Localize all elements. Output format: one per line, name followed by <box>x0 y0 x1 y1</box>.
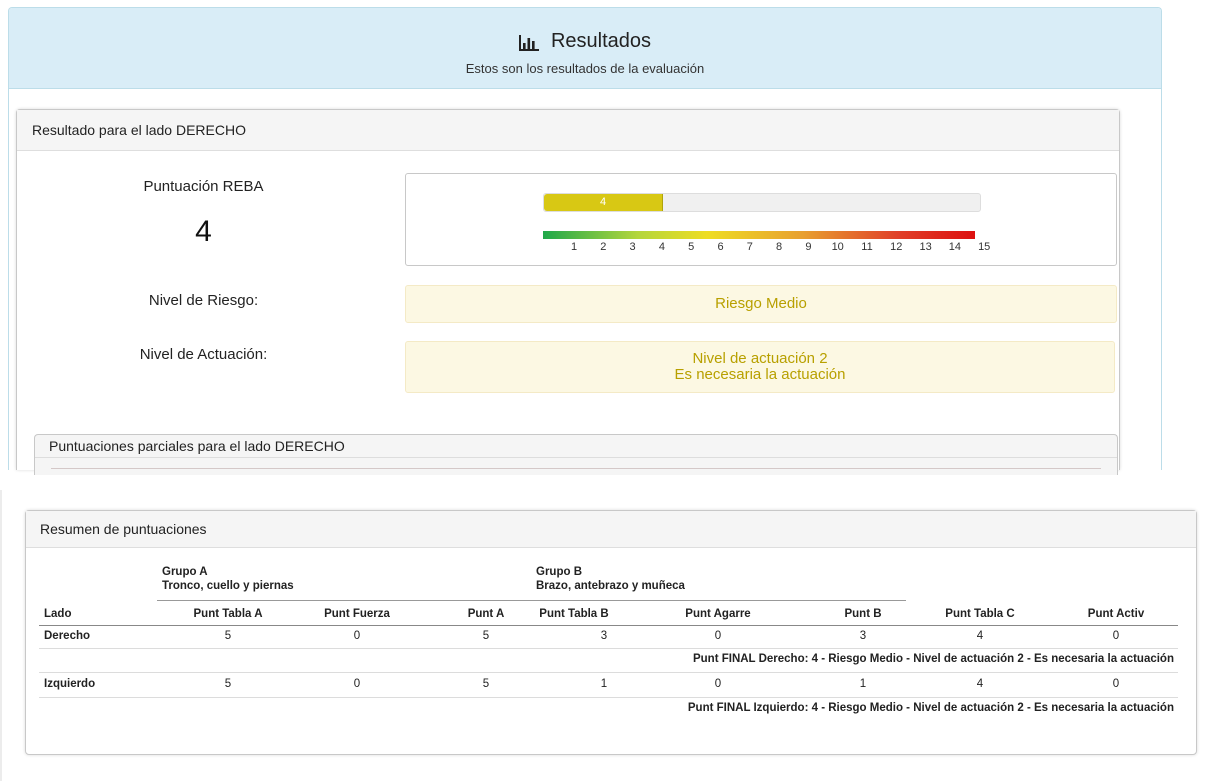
column-header-punt-agarre: Punt Agarre <box>685 608 751 620</box>
column-header-lado: Lado <box>44 608 72 620</box>
cell-punt-tabla-a: 5 <box>224 678 232 690</box>
cell-punt-tabla-a: 5 <box>224 630 232 642</box>
cell-punt-activ: 0 <box>1112 630 1120 642</box>
row-lado: Derecho <box>44 630 91 642</box>
summary-panel: Resumen de puntuaciones Grupo A Tronco, … <box>25 510 1197 755</box>
column-header-punt-activ: Punt Activ <box>1087 608 1145 620</box>
group-b-header: Grupo B Brazo, antebrazo y muñeca <box>536 565 685 593</box>
risk-level-label: Nivel de Riesgo: <box>148 292 259 309</box>
cell-punt-b: 3 <box>859 630 867 642</box>
table-row-izquierdo: Izquierdo 5 0 5 1 0 1 4 0 <box>39 674 1178 696</box>
risk-color-scale <box>543 231 975 239</box>
action-level-value: Nivel de actuación 2 <box>692 350 828 367</box>
scale-tick-label: 15 <box>978 241 991 253</box>
risk-level-box: Riesgo Medio <box>405 285 1117 323</box>
score-progress-track: 4 <box>543 193 981 212</box>
reba-score-label: Puntuación REBA <box>143 178 264 195</box>
partial-scores-title: Puntuaciones parciales para el lado DERE… <box>35 435 1117 458</box>
column-header-punt-tabla-c: Punt Tabla C <box>945 608 1015 620</box>
action-level-description: Es necesaria la actuación <box>674 366 846 383</box>
cell-punt-fuerza: 0 <box>353 630 361 642</box>
cell-punt-a: 5 <box>482 678 490 690</box>
scale-tick-label: 7 <box>746 241 753 253</box>
results-header: Resultados Estos son los resultados de l… <box>9 8 1161 89</box>
table-row-derecho: Derecho 5 0 5 3 0 3 4 0 <box>39 626 1178 648</box>
scale-tick-label: 2 <box>600 241 607 253</box>
scale-tick-label: 12 <box>890 241 903 253</box>
cell-punt-tabla-b: 1 <box>600 678 608 690</box>
group-b-title: Grupo B <box>536 566 582 578</box>
scale-tick-label: 9 <box>805 241 812 253</box>
row-lado: Izquierdo <box>44 678 96 690</box>
right-side-result-panel: Resultado para el lado DERECHO Puntuació… <box>16 109 1120 475</box>
reba-scale-box: 4 1 2 3 4 5 6 7 8 9 10 11 12 13 14 15 <box>405 173 1117 266</box>
scale-tick-label: 11 <box>861 241 873 253</box>
reba-score-value: 4 <box>195 215 212 248</box>
cell-punt-tabla-c: 4 <box>976 678 984 690</box>
risk-scale-ticks: 1 2 3 4 5 6 7 8 9 10 11 12 13 14 15 <box>543 241 990 255</box>
group-a-rule <box>157 600 534 601</box>
scale-tick-label: 1 <box>570 241 578 253</box>
cell-punt-a: 5 <box>482 630 490 642</box>
column-header-punt-fuerza: Punt Fuerza <box>324 608 390 620</box>
divider <box>51 468 1101 469</box>
column-header-punt-b: Punt B <box>844 608 882 620</box>
cell-punt-tabla-c: 4 <box>976 630 984 642</box>
cell-punt-agarre: 0 <box>714 630 722 642</box>
scale-tick-label: 8 <box>776 241 783 253</box>
action-level-box: Nivel de actuación 2 Es necesaria la act… <box>405 341 1115 393</box>
scale-tick-label: 4 <box>658 241 665 253</box>
cell-punt-b: 1 <box>859 678 867 690</box>
cell-punt-activ: 0 <box>1112 678 1120 690</box>
group-a-header: Grupo A Tronco, cuello y piernas <box>162 565 294 593</box>
group-b-rule <box>534 600 906 601</box>
final-score-derecho: Punt FINAL Derecho: 4 - Riesgo Medio - N… <box>692 653 1174 665</box>
score-progress-fill: 4 <box>544 194 663 211</box>
column-header-punt-tabla-a: Punt Tabla A <box>193 608 263 620</box>
scale-tick-label: 3 <box>629 241 636 253</box>
scale-tick-label: 5 <box>688 241 695 253</box>
cell-punt-fuerza: 0 <box>353 678 361 690</box>
group-b-description: Brazo, antebrazo y muñeca <box>536 580 685 592</box>
row-rule <box>39 672 1178 673</box>
row-rule <box>39 697 1178 698</box>
risk-level-value: Riesgo Medio <box>715 295 807 312</box>
final-score-izquierdo: Punt FINAL Izquierdo: 4 - Riesgo Medio -… <box>687 702 1174 714</box>
cell-punt-tabla-b: 3 <box>600 630 608 642</box>
divider <box>0 490 2 781</box>
bar-chart-icon <box>518 34 539 51</box>
group-a-description: Tronco, cuello y piernas <box>162 580 294 592</box>
column-header-punt-a: Punt A <box>467 608 505 620</box>
action-level-label: Nivel de Actuación: <box>139 346 268 363</box>
scale-tick-label: 14 <box>948 241 962 253</box>
row-rule <box>39 648 1178 649</box>
scale-tick-label: 10 <box>831 241 844 253</box>
summary-title: Resumen de puntuaciones <box>26 511 1196 548</box>
group-a-title: Grupo A <box>162 566 208 578</box>
results-subtitle: Estos son los resultados de la evaluació… <box>465 61 705 76</box>
cell-punt-agarre: 0 <box>714 678 722 690</box>
results-title: Resultados <box>550 30 652 52</box>
column-header-punt-tabla-b: Punt Tabla B <box>539 608 609 620</box>
scale-tick-label: 13 <box>919 241 932 253</box>
scale-tick-label: 6 <box>717 241 724 253</box>
right-side-panel-title: Resultado para el lado DERECHO <box>17 110 1119 151</box>
partial-scores-panel[interactable]: Puntuaciones parciales para el lado DERE… <box>34 434 1118 475</box>
